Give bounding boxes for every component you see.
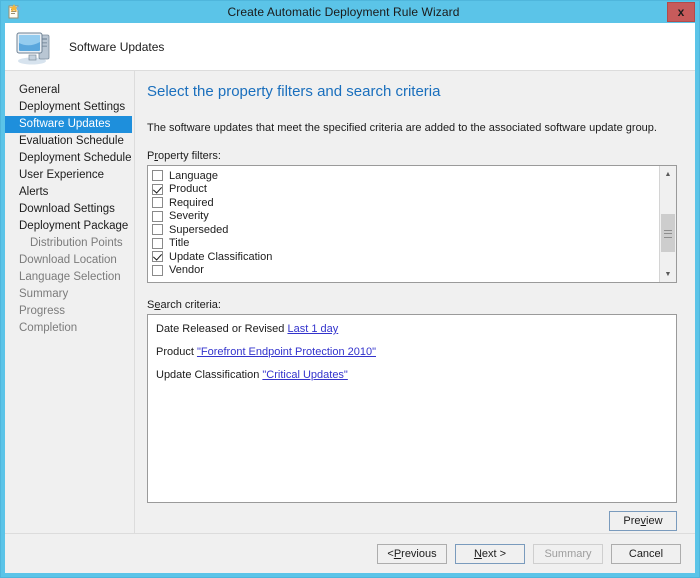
- property-filters-label-post: operty filters:: [158, 150, 221, 162]
- criteria-text-update-classification: Update Classification: [156, 369, 263, 381]
- previous-button[interactable]: < Previous: [377, 543, 447, 564]
- next-label-post: ext >: [481, 547, 507, 560]
- sidebar-item-download-location[interactable]: Download Location: [5, 252, 134, 269]
- next-label-accel: N: [473, 547, 482, 560]
- filter-label-language: Language: [169, 169, 218, 182]
- sidebar-item-progress[interactable]: Progress: [5, 303, 134, 320]
- filter-label-required: Required: [169, 196, 214, 209]
- search-criteria-label: Search criteria:: [147, 299, 677, 311]
- wizard-step-list: General Deployment Settings Software Upd…: [5, 71, 135, 533]
- sidebar-item-download-settings[interactable]: Download Settings: [5, 201, 134, 218]
- summary-label: Summary: [544, 547, 592, 560]
- criteria-link-date-released[interactable]: Last 1 day: [287, 323, 338, 335]
- criteria-text-date-released: Date Released or Revised: [156, 323, 288, 335]
- filter-row-product[interactable]: Product: [152, 183, 659, 197]
- filter-row-severity[interactable]: Severity: [152, 210, 659, 224]
- filter-row-superseded[interactable]: Superseded: [152, 223, 659, 237]
- banner-title: Software Updates: [69, 39, 165, 54]
- filter-label-title: Title: [169, 237, 190, 250]
- property-filters-label: Property filters:: [147, 150, 677, 162]
- sidebar-item-completion[interactable]: Completion: [5, 320, 134, 337]
- filter-row-language[interactable]: Language: [152, 169, 659, 183]
- search-criteria-box[interactable]: Date Released or Revised Last 1 day Prod…: [147, 314, 677, 503]
- cancel-label: Cancel: [628, 547, 664, 560]
- sidebar-item-evaluation-schedule[interactable]: Evaluation Schedule: [5, 133, 134, 150]
- preview-row: Pre v iew: [147, 503, 677, 533]
- close-button[interactable]: x: [667, 2, 695, 22]
- previous-label-accel: P: [393, 547, 402, 560]
- filter-label-product: Product: [169, 183, 207, 196]
- filter-label-vendor: Vendor: [169, 264, 204, 277]
- wizard-banner: Software Updates: [5, 23, 695, 71]
- wizard-page-content: Select the property filters and search c…: [135, 71, 695, 533]
- checkbox-product[interactable]: [152, 183, 163, 195]
- preview-button[interactable]: Pre v iew: [609, 511, 677, 531]
- wizard-footer: < Previous Next > Summary Cancel: [5, 533, 695, 573]
- checkbox-language[interactable]: [152, 170, 163, 182]
- window-client-area: Software Updates General Deployment Sett…: [5, 23, 695, 573]
- criteria-link-product[interactable]: "Forefront Endpoint Protection 2010": [197, 346, 376, 358]
- filter-row-title[interactable]: Title: [152, 237, 659, 251]
- filter-label-superseded: Superseded: [169, 223, 229, 236]
- sidebar-item-general[interactable]: General: [5, 82, 134, 99]
- sidebar-item-deployment-package[interactable]: Deployment Package: [5, 218, 134, 235]
- preview-label-pre: Pre: [623, 515, 641, 527]
- window-title: Create Automatic Deployment Rule Wizard: [227, 5, 460, 19]
- cancel-button[interactable]: Cancel: [611, 543, 681, 564]
- title-bar: Create Automatic Deployment Rule Wizard …: [1, 1, 699, 23]
- sidebar-item-language-selection[interactable]: Language Selection: [5, 269, 134, 286]
- criteria-row-update-classification: Update Classification "Critical Updates": [156, 369, 668, 381]
- scroll-down-icon[interactable]: ▼: [660, 266, 676, 282]
- scrollbar-thumb[interactable]: [661, 213, 675, 252]
- criteria-row-product: Product "Forefront Endpoint Protection 2…: [156, 346, 668, 358]
- filter-label-severity: Severity: [169, 210, 209, 223]
- scrollbar-track[interactable]: [660, 182, 676, 266]
- scroll-up-icon[interactable]: ▲: [660, 166, 676, 182]
- property-filters-scrollbar[interactable]: ▲ ▼: [659, 166, 676, 282]
- sidebar-item-deployment-settings[interactable]: Deployment Settings: [5, 99, 134, 116]
- sidebar-item-distribution-points[interactable]: Distribution Points: [5, 235, 134, 252]
- criteria-row-date-released: Date Released or Revised Last 1 day: [156, 323, 668, 335]
- sidebar-item-deployment-schedule[interactable]: Deployment Schedule: [5, 150, 134, 167]
- sidebar-item-alerts[interactable]: Alerts: [5, 184, 134, 201]
- wizard-window: Create Automatic Deployment Rule Wizard …: [0, 0, 700, 578]
- criteria-text-product: Product: [156, 346, 197, 358]
- checkbox-severity[interactable]: [152, 210, 163, 222]
- previous-label-post: revious: [401, 547, 437, 560]
- property-filters-listbox[interactable]: Language Product Required Severity Super…: [147, 165, 677, 283]
- sidebar-item-user-experience[interactable]: User Experience: [5, 167, 134, 184]
- wizard-document-icon: [6, 4, 22, 20]
- close-icon: x: [677, 5, 685, 19]
- checkbox-title[interactable]: [152, 237, 163, 249]
- page-description: The software updates that meet the speci…: [147, 122, 657, 134]
- filter-row-required[interactable]: Required: [152, 196, 659, 210]
- sidebar-item-software-updates[interactable]: Software Updates: [5, 116, 132, 133]
- page-title: Select the property filters and search c…: [147, 83, 441, 100]
- preview-label-post: iew: [646, 515, 663, 527]
- checkbox-vendor[interactable]: [152, 264, 163, 276]
- summary-button: Summary: [533, 543, 603, 564]
- checkbox-superseded[interactable]: [152, 224, 163, 236]
- computer-monitor-icon: [15, 28, 55, 66]
- criteria-link-update-classification[interactable]: "Critical Updates": [262, 369, 347, 381]
- checkbox-update-classification[interactable]: [152, 251, 163, 263]
- filter-row-vendor[interactable]: Vendor: [152, 264, 659, 278]
- filter-label-update-classification: Update Classification: [169, 250, 273, 263]
- search-criteria-label-post: arch criteria:: [160, 299, 221, 311]
- wizard-body: General Deployment Settings Software Upd…: [5, 71, 695, 533]
- sidebar-item-summary[interactable]: Summary: [5, 286, 134, 303]
- checkbox-required[interactable]: [152, 197, 163, 209]
- filter-row-update-classification[interactable]: Update Classification: [152, 250, 659, 264]
- next-button[interactable]: Next >: [455, 543, 525, 564]
- property-filters-items: Language Product Required Severity Super…: [148, 166, 659, 282]
